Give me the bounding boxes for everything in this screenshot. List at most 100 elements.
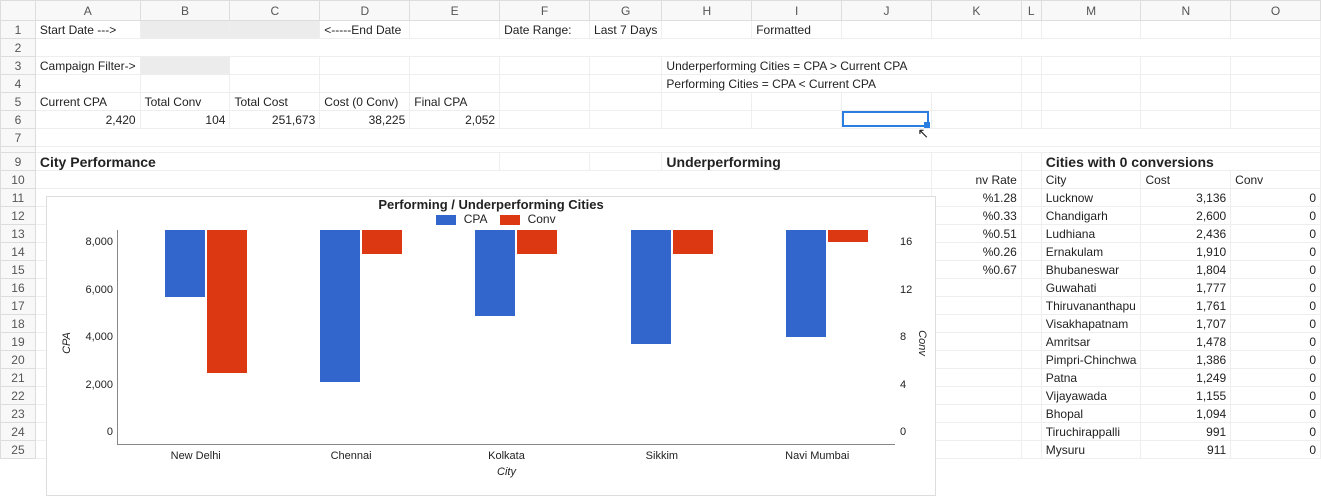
cell[interactable]: Mysuru <box>1041 441 1141 459</box>
cell[interactable] <box>842 21 932 39</box>
cell[interactable] <box>590 75 662 93</box>
cell[interactable]: Ernakulam <box>1041 243 1141 261</box>
cell[interactable] <box>590 111 662 129</box>
cell[interactable] <box>931 351 1021 369</box>
cell[interactable]: 0 <box>1231 279 1321 297</box>
col-header[interactable]: M <box>1041 1 1141 21</box>
cell[interactable] <box>1231 57 1321 75</box>
cell[interactable] <box>1021 243 1041 261</box>
cell[interactable]: %0.51 <box>931 225 1021 243</box>
cell[interactable] <box>590 153 662 171</box>
cell[interactable] <box>662 111 752 129</box>
cell[interactable]: Patna <box>1041 369 1141 387</box>
cell[interactable]: Bhopal <box>1041 405 1141 423</box>
cell[interactable] <box>1041 75 1141 93</box>
select-all-cell[interactable] <box>1 1 36 21</box>
row-header[interactable]: 9 <box>1 153 36 171</box>
section-title-zero-conversions[interactable]: Cities with 0 conversions <box>1041 153 1320 171</box>
cell[interactable] <box>1021 405 1041 423</box>
cell[interactable]: Campaign Filter-> <box>35 57 140 75</box>
cell[interactable]: Total Cost <box>230 93 320 111</box>
cell[interactable]: 0 <box>1231 261 1321 279</box>
cell[interactable]: 3,136 <box>1141 189 1231 207</box>
cell[interactable]: Formatted <box>752 21 842 39</box>
cell[interactable]: Chandigarh <box>1041 207 1141 225</box>
cell[interactable] <box>931 21 1021 39</box>
cell[interactable] <box>320 57 410 75</box>
cell[interactable] <box>35 75 140 93</box>
row-header[interactable]: 13 <box>1 225 36 243</box>
cell[interactable] <box>1231 111 1321 129</box>
cell[interactable] <box>931 441 1021 459</box>
cell[interactable]: %0.67 <box>931 261 1021 279</box>
row-header[interactable]: 14 <box>1 243 36 261</box>
cell[interactable]: 0 <box>1231 225 1321 243</box>
cell[interactable]: Lucknow <box>1041 189 1141 207</box>
cell[interactable] <box>1231 21 1321 39</box>
col-header[interactable]: A <box>35 1 140 21</box>
cell[interactable] <box>1021 279 1041 297</box>
cell[interactable] <box>931 297 1021 315</box>
cell[interactable]: 2,420 <box>35 111 140 129</box>
row-header[interactable]: 10 <box>1 171 36 189</box>
cell[interactable]: 0 <box>1231 333 1321 351</box>
cell[interactable] <box>1021 333 1041 351</box>
cell[interactable]: %0.33 <box>931 207 1021 225</box>
cell[interactable] <box>752 111 842 129</box>
city-performance-chart[interactable]: Performing / Underperforming Cities CPA … <box>46 196 936 496</box>
cell[interactable]: 0 <box>1231 297 1321 315</box>
cell[interactable]: 0 <box>1231 189 1321 207</box>
cell[interactable]: 38,225 <box>320 111 410 129</box>
col-header[interactable]: B <box>140 1 230 21</box>
cell[interactable] <box>500 93 590 111</box>
cell[interactable]: Guwahati <box>1041 279 1141 297</box>
cell[interactable] <box>1141 75 1231 93</box>
cell[interactable] <box>35 171 931 189</box>
cell[interactable] <box>1021 21 1041 39</box>
cell[interactable]: 1,707 <box>1141 315 1231 333</box>
cell[interactable] <box>662 21 752 39</box>
cell[interactable] <box>1041 57 1141 75</box>
cell[interactable] <box>931 93 1021 111</box>
cell[interactable]: 0 <box>1231 441 1321 459</box>
cell[interactable] <box>1021 297 1041 315</box>
col-header[interactable]: E <box>410 1 500 21</box>
row-header[interactable]: 3 <box>1 57 36 75</box>
cell[interactable]: 0 <box>1231 369 1321 387</box>
col-header[interactable]: F <box>500 1 590 21</box>
cell[interactable] <box>500 111 590 129</box>
cell[interactable]: Pimpri-Chinchwa <box>1041 351 1141 369</box>
cell[interactable] <box>1021 423 1041 441</box>
row-header[interactable]: 7 <box>1 129 36 147</box>
cell[interactable] <box>931 423 1021 441</box>
cell[interactable]: Conv <box>1231 171 1321 189</box>
cell[interactable] <box>931 369 1021 387</box>
cell[interactable]: Final CPA <box>410 93 500 111</box>
cell[interactable]: nv Rate <box>931 171 1021 189</box>
row-header[interactable]: 15 <box>1 261 36 279</box>
cell[interactable] <box>931 333 1021 351</box>
col-header[interactable]: K <box>931 1 1021 21</box>
cell[interactable]: 2,052 <box>410 111 500 129</box>
cell[interactable]: Date Range: <box>500 21 590 39</box>
cell[interactable]: 1,777 <box>1141 279 1231 297</box>
active-cell[interactable] <box>842 111 932 129</box>
cell[interactable] <box>1041 111 1141 129</box>
col-header[interactable]: D <box>320 1 410 21</box>
cell[interactable] <box>931 405 1021 423</box>
cell[interactable] <box>752 93 842 111</box>
row-header[interactable]: 11 <box>1 189 36 207</box>
cell[interactable] <box>842 93 932 111</box>
row-header[interactable]: 12 <box>1 207 36 225</box>
cell[interactable]: Bhubaneswar <box>1041 261 1141 279</box>
cell[interactable]: 911 <box>1141 441 1231 459</box>
cell[interactable] <box>931 315 1021 333</box>
cell[interactable] <box>230 75 320 93</box>
row-header[interactable]: 25 <box>1 441 36 459</box>
cell[interactable] <box>35 39 1320 57</box>
cell[interactable]: Underperforming Cities = CPA > Current C… <box>662 57 1021 75</box>
cell[interactable]: Tiruchirappalli <box>1041 423 1141 441</box>
section-title-city-performance[interactable]: City Performance <box>35 153 499 171</box>
col-header[interactable]: I <box>752 1 842 21</box>
cell[interactable] <box>1021 93 1041 111</box>
